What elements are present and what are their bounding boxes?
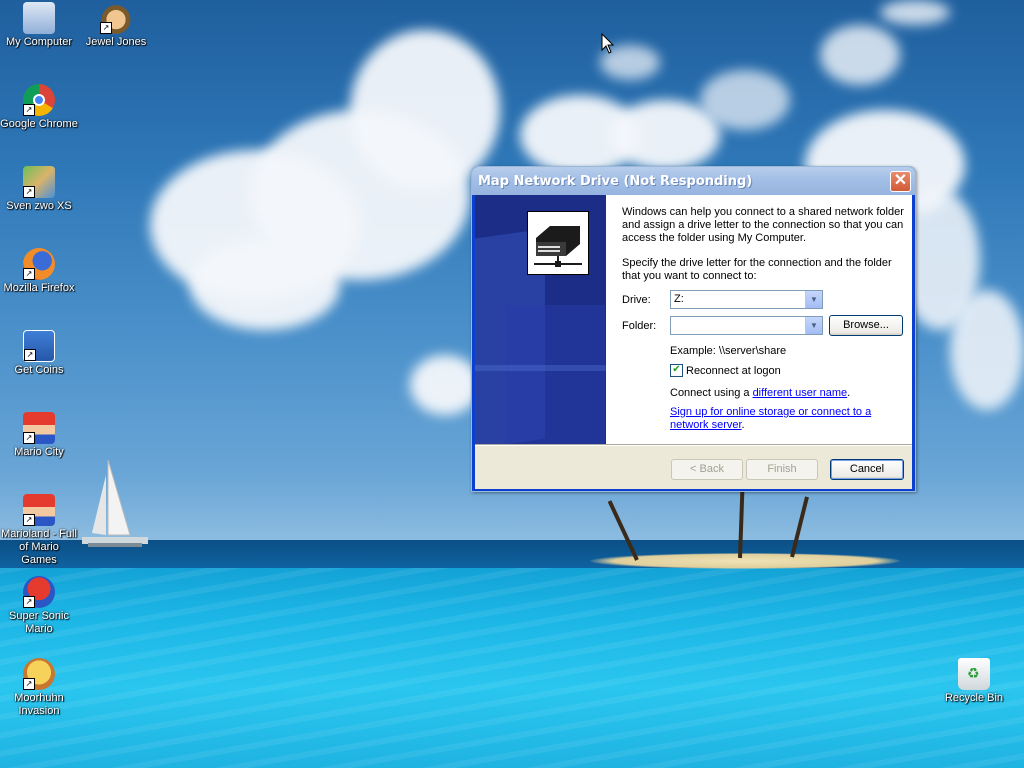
- shortcut-arrow-icon: ↗: [23, 678, 35, 690]
- game-icon: ↗: [23, 166, 55, 198]
- folder-label: Folder:: [622, 320, 657, 332]
- close-button[interactable]: ✕: [890, 171, 911, 192]
- desktop-icon-recycle-bin[interactable]: ♻ Recycle Bin: [935, 658, 1013, 705]
- shortcut-arrow-icon: ↗: [24, 349, 36, 361]
- signup-text: Sign up for online storage or connect to…: [670, 406, 895, 432]
- example-text: Example: \\server\share: [670, 345, 787, 357]
- button-area-separator: [475, 444, 912, 446]
- desktop-icon-label: Jewel Jones: [85, 36, 147, 48]
- dialog-client-area: Windows can help you connect to a shared…: [475, 195, 912, 489]
- mario-icon: ↗: [23, 494, 55, 526]
- different-user-name-link[interactable]: different user name: [753, 387, 848, 399]
- chevron-down-icon[interactable]: ▼: [805, 317, 822, 334]
- intro-text: Windows can help you connect to a shared…: [622, 206, 904, 244]
- desktop-icon-marioland[interactable]: ↗ Marioland - Full of Mario Games: [0, 494, 78, 567]
- map-network-drive-dialog: Map Network Drive (Not Responding) ✕ Win…: [471, 166, 916, 492]
- jewel-jones-icon: ↗: [100, 2, 132, 34]
- shortcut-arrow-icon: ↗: [23, 514, 35, 526]
- wizard-content: Windows can help you connect to a shared…: [606, 195, 912, 444]
- mouse-cursor-icon: [601, 33, 615, 54]
- firefox-icon: ↗: [23, 248, 55, 280]
- game-icon: ↗: [23, 330, 55, 362]
- desktop-icon-label: Mario City: [14, 446, 64, 458]
- reconnect-checkbox[interactable]: ✔: [670, 364, 683, 377]
- drive-value: Z:: [674, 293, 684, 305]
- finish-button[interactable]: Finish: [746, 459, 818, 480]
- network-drive-icon: [527, 211, 589, 275]
- desktop-icon-label: Super Sonic Mario: [9, 610, 69, 635]
- back-button[interactable]: < Back: [671, 459, 743, 480]
- desktop-icon-label: Google Chrome: [0, 118, 78, 130]
- shortcut-arrow-icon: ↗: [100, 22, 112, 34]
- mario-icon: ↗: [23, 412, 55, 444]
- chrome-icon: ↗: [23, 84, 55, 116]
- cancel-button[interactable]: Cancel: [830, 459, 904, 480]
- dialog-titlebar[interactable]: Map Network Drive (Not Responding) ✕: [472, 167, 915, 195]
- shortcut-arrow-icon: ↗: [23, 268, 35, 280]
- recycle-bin-icon: ♻: [958, 658, 990, 690]
- sonic-icon: ↗: [23, 576, 55, 608]
- desktop-icon-label: Recycle Bin: [944, 692, 1004, 704]
- desktop-icon-label: Moorhuhn Invasion: [14, 692, 64, 717]
- desktop-icon-my-computer[interactable]: My Computer: [0, 2, 78, 49]
- connect-prefix: Connect using a: [670, 387, 753, 399]
- checkmark-icon: ✔: [672, 364, 681, 375]
- desktop-icon-sven-zwo-xs[interactable]: ↗ Sven zwo XS: [0, 166, 78, 213]
- desktop-icon-mario-city[interactable]: ↗ Mario City: [0, 412, 78, 459]
- shortcut-arrow-icon: ↗: [23, 104, 35, 116]
- connect-using-text: Connect using a different user name.: [670, 387, 850, 400]
- desktop-icon-label: Marioland - Full of Mario Games: [1, 528, 77, 566]
- close-icon: ✕: [893, 172, 908, 189]
- shortcut-arrow-icon: ↗: [23, 432, 35, 444]
- folder-combo[interactable]: ▼: [670, 316, 823, 335]
- connect-suffix: .: [847, 387, 851, 399]
- desktop-icon-mozilla-firefox[interactable]: ↗ Mozilla Firefox: [0, 248, 78, 295]
- desktop-icon-moorhuhn-invasion[interactable]: ↗ Moorhuhn Invasion: [0, 658, 78, 718]
- desktop-icon-get-coins[interactable]: ↗ Get Coins: [0, 330, 78, 377]
- reconnect-label[interactable]: Reconnect at logon: [686, 365, 781, 378]
- signup-online-storage-link[interactable]: Sign up for online storage or connect to…: [670, 406, 871, 431]
- desktop-icon-label: Sven zwo XS: [6, 200, 72, 212]
- wizard-side-panel: [475, 195, 606, 444]
- my-computer-icon: [23, 2, 55, 34]
- dialog-title: Map Network Drive (Not Responding): [478, 174, 753, 189]
- desktop-icon-label: Mozilla Firefox: [3, 282, 75, 294]
- browse-button[interactable]: Browse...: [829, 315, 903, 336]
- sailboat: [82, 459, 148, 547]
- chevron-down-icon[interactable]: ▼: [805, 291, 822, 308]
- desktop-icon-super-sonic-mario[interactable]: ↗ Super Sonic Mario: [0, 576, 78, 636]
- drive-select[interactable]: Z: ▼: [670, 290, 823, 309]
- shortcut-arrow-icon: ↗: [23, 186, 35, 198]
- desktop-icon-google-chrome[interactable]: ↗ Google Chrome: [0, 84, 78, 131]
- shortcut-arrow-icon: ↗: [23, 596, 35, 608]
- desktop-icon-jewel-jones[interactable]: ↗ Jewel Jones: [77, 2, 155, 49]
- desktop-icon-label: Get Coins: [14, 364, 64, 376]
- desktop-icon-label: My Computer: [5, 36, 73, 48]
- signup-suffix: .: [741, 419, 745, 431]
- chicken-icon: ↗: [23, 658, 55, 690]
- sea: [0, 568, 1024, 768]
- drive-label: Drive:: [622, 294, 651, 306]
- instructions-text: Specify the drive letter for the connect…: [622, 257, 892, 282]
